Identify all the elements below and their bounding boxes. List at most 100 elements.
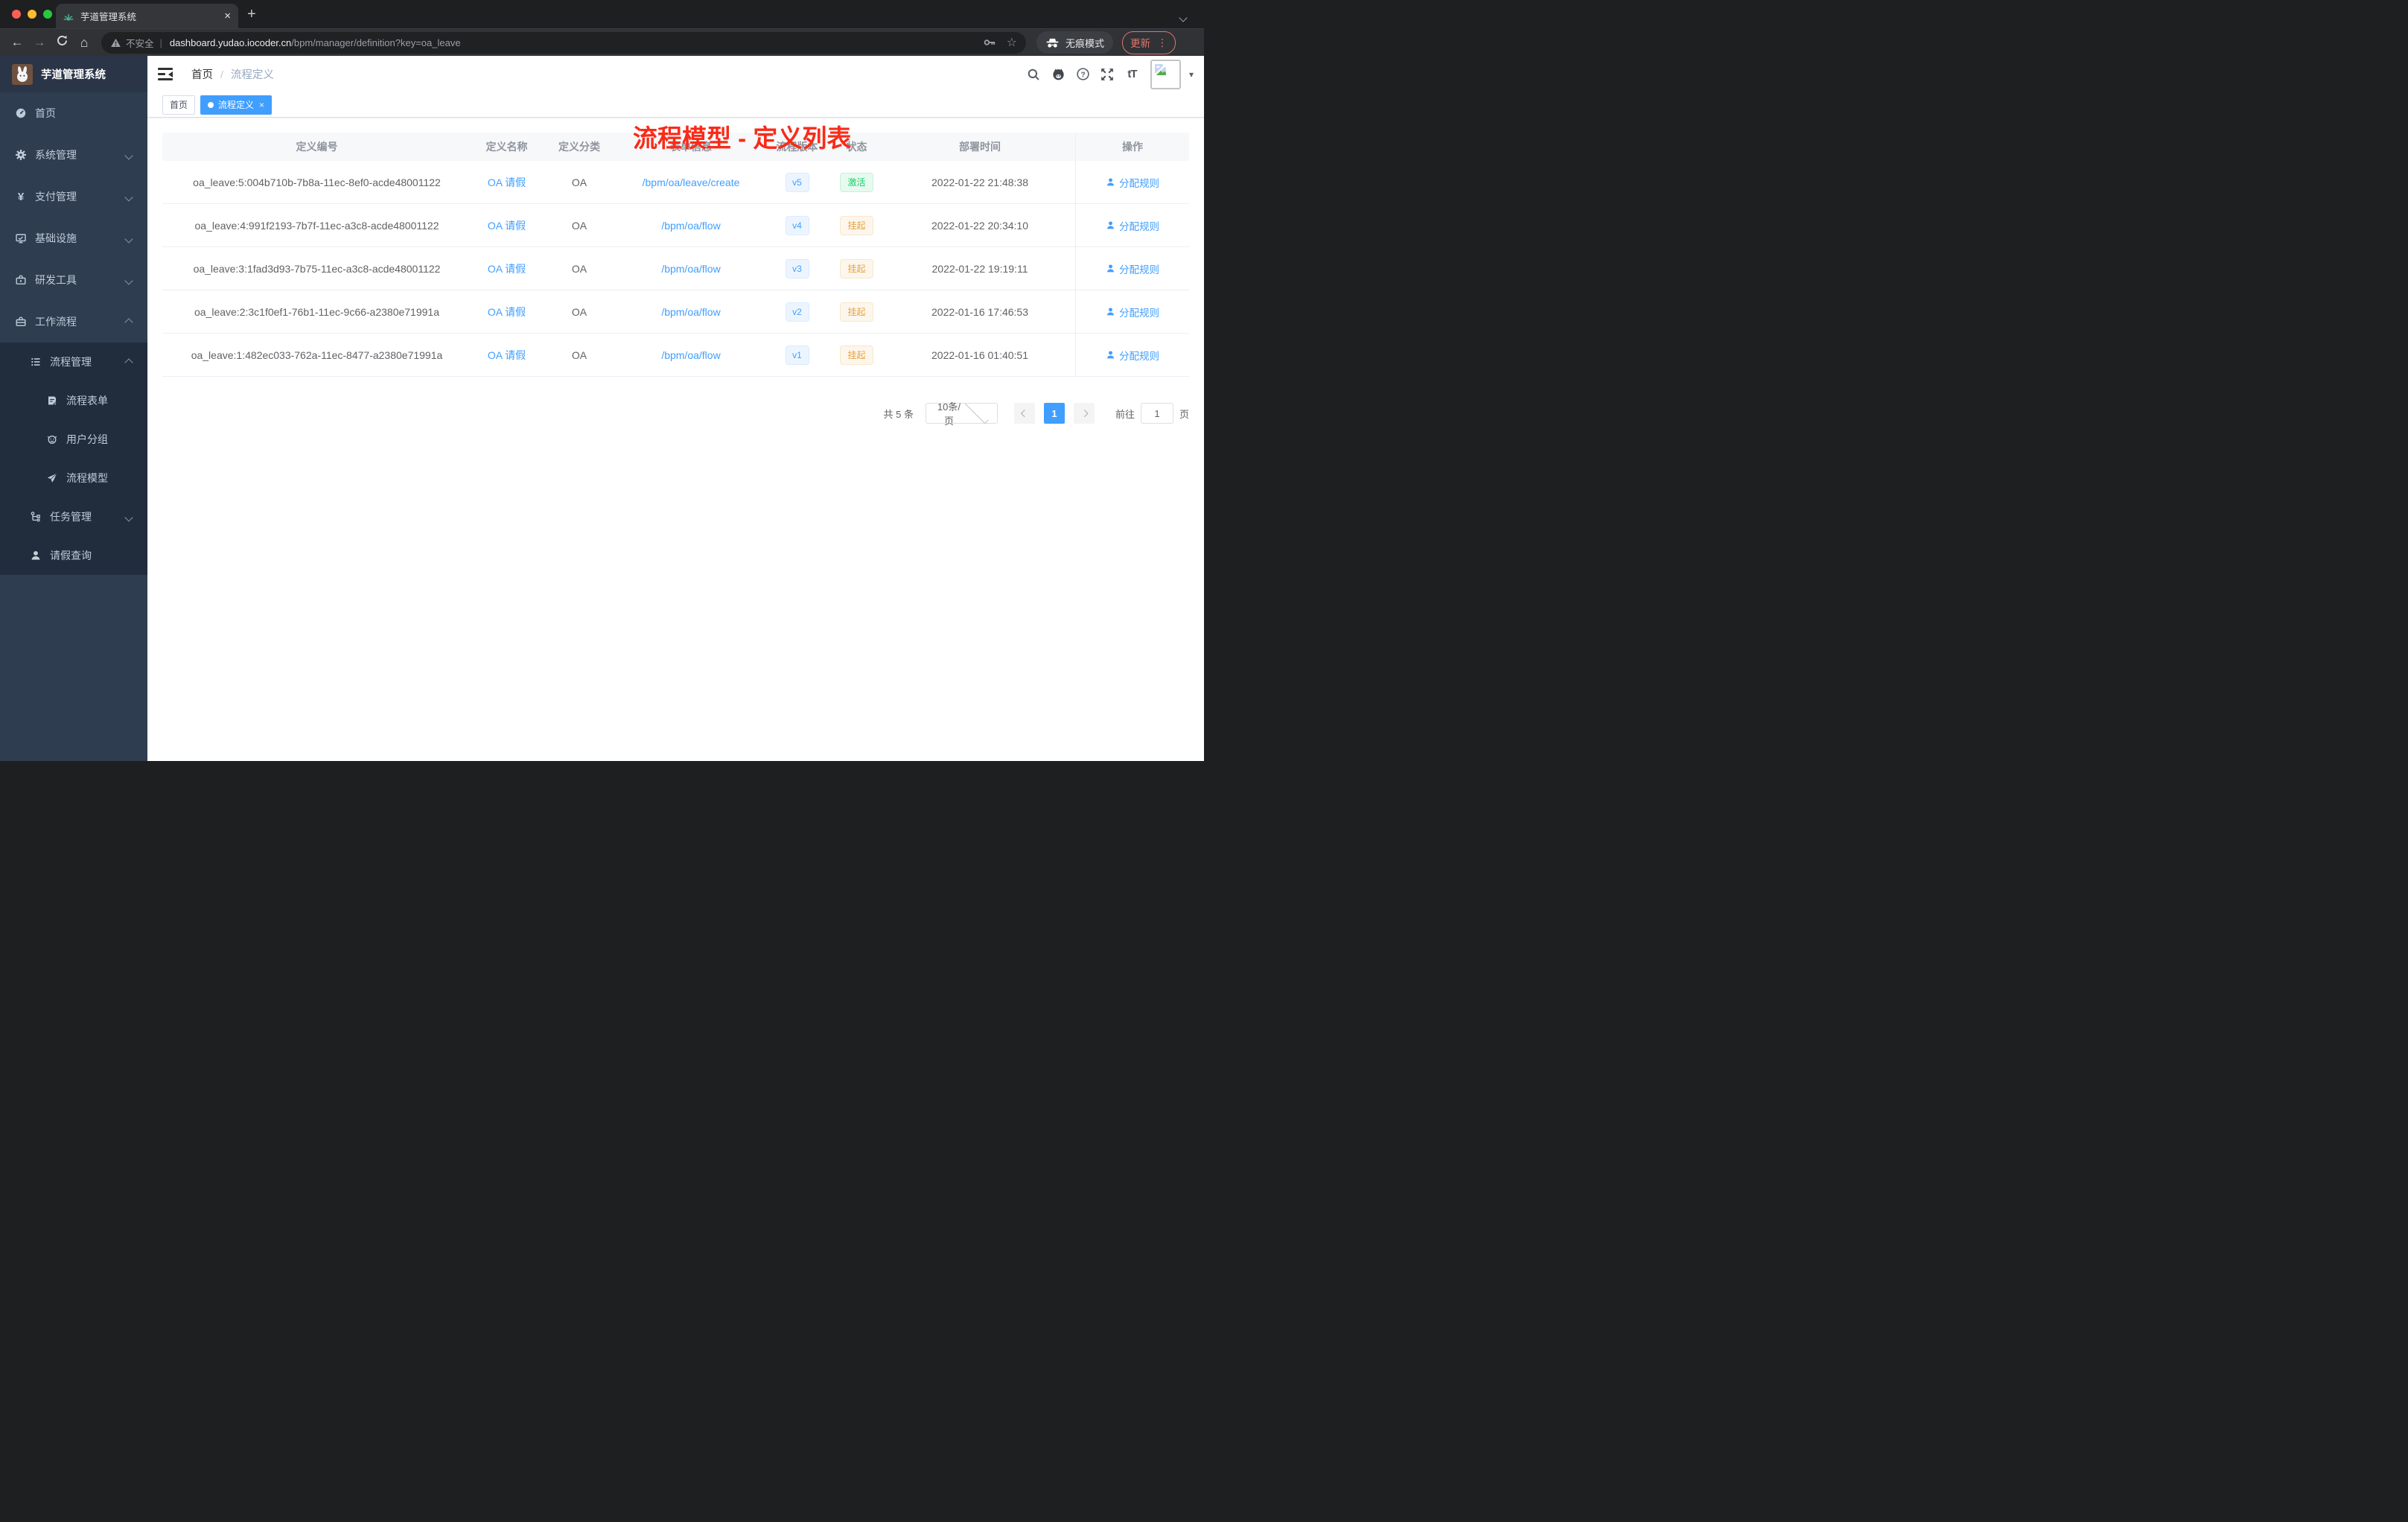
navbar-actions: ? tT ▾ [1022, 56, 1197, 92]
search-icon[interactable] [1022, 68, 1046, 81]
user-icon [31, 551, 40, 560]
sidebar-item-label: 首页 [35, 107, 56, 119]
definition-name-link[interactable]: OA 请假 [488, 305, 526, 319]
assign-rule-link[interactable]: 分配规则 [1106, 261, 1159, 276]
prev-page-button[interactable] [1013, 403, 1035, 424]
help-icon[interactable]: ? [1071, 67, 1095, 81]
user-icon [1106, 178, 1115, 186]
sidebar-collapse-icon[interactable] [158, 68, 173, 80]
definition-name-link[interactable]: OA 请假 [488, 348, 526, 363]
update-label[interactable]: 更新 [1130, 35, 1150, 50]
fullscreen-icon[interactable] [1095, 68, 1120, 81]
page-size-select[interactable]: 10条/页 [925, 400, 998, 427]
list-icon [31, 358, 40, 366]
active-dot [208, 101, 214, 108]
goto-page-input[interactable] [1140, 403, 1173, 424]
sidebar-item-infrastructure[interactable]: 基础设施 [0, 217, 147, 259]
page-unit-label: 页 [1179, 408, 1189, 420]
tasks-tree-icon [31, 512, 40, 522]
back-button[interactable]: ← [6, 35, 28, 50]
table-row: oa_leave:3:1fad3d93-7b75-11ec-a3c8-acde4… [162, 247, 1189, 290]
address-bar[interactable]: 不安全 | dashboard.yudao.iocoder.cn/bpm/man… [101, 31, 1026, 54]
key-icon[interactable] [983, 36, 996, 49]
traffic-lights [12, 10, 52, 19]
status-badge: 挂起 [840, 215, 873, 235]
chevron-up-icon [124, 356, 133, 368]
form-link[interactable]: /bpm/oa/flow [661, 349, 720, 361]
sidebar-item-devtools[interactable]: 研发工具 [0, 259, 147, 301]
sidebar-item-process-form[interactable]: 流程表单 [0, 381, 147, 420]
form-link[interactable]: /bpm/oa/leave/create [643, 176, 740, 188]
next-page-button[interactable] [1073, 403, 1095, 424]
chevron-up-icon [124, 316, 133, 328]
browser-update-button[interactable]: 更新 ⋮ [1122, 31, 1176, 54]
sidebar-item-payment[interactable]: ¥ 支付管理 [0, 176, 147, 217]
col-header-deploy-time: 部署时间 [959, 141, 1001, 153]
page-number-button[interactable]: 1 [1043, 403, 1065, 424]
tab-close-icon[interactable]: × [224, 10, 231, 22]
logo-link[interactable]: 芋道管理系统 [0, 56, 147, 92]
incognito-label: 无痕模式 [1065, 37, 1104, 49]
form-link[interactable]: /bpm/oa/flow [661, 306, 720, 318]
sidebar-item-label: 用户分组 [66, 433, 108, 445]
gear-icon [16, 150, 26, 160]
assign-rule-link[interactable]: 分配规则 [1106, 348, 1159, 363]
monitor-icon [16, 234, 26, 243]
browser-menu-icon[interactable]: ⋮ [1157, 36, 1168, 49]
new-tab-button[interactable]: + [247, 7, 256, 22]
form-link[interactable]: /bpm/oa/flow [661, 220, 720, 232]
assign-rule-link[interactable]: 分配规则 [1106, 218, 1159, 233]
breadcrumb-home[interactable]: 首页 [191, 66, 213, 82]
sidebar-item-system[interactable]: 系统管理 [0, 134, 147, 176]
sidebar-item-leave-query[interactable]: 请假查询 [0, 536, 147, 575]
tag-close-icon[interactable]: × [259, 101, 264, 109]
sidebar-item-process-management[interactable]: 流程管理 [0, 343, 147, 381]
avatar[interactable] [1150, 59, 1181, 89]
favicon-plant-icon [63, 11, 74, 22]
annotation-title: 流程模型 - 定义列表 [633, 124, 852, 152]
definition-name-link[interactable]: OA 请假 [488, 261, 526, 276]
tag-home[interactable]: 首页 [162, 95, 196, 115]
sidebar-item-home[interactable]: 首页 [0, 92, 147, 134]
caret-down-icon[interactable]: ▾ [1189, 69, 1194, 80]
reload-button[interactable] [51, 34, 73, 51]
version-badge: v2 [785, 302, 809, 322]
security-label[interactable]: 不安全 [126, 36, 154, 50]
people-icon [47, 436, 57, 444]
sidebar-item-user-group[interactable]: 用户分组 [0, 420, 147, 459]
definition-name-link[interactable]: OA 请假 [488, 218, 526, 233]
definition-id: oa_leave:3:1fad3d93-7b75-11ec-a3c8-acde4… [193, 262, 441, 275]
font-size-icon[interactable]: tT [1120, 68, 1144, 80]
browser-tab[interactable]: 芋道管理系统 × [56, 4, 238, 28]
page-content: 定义编号 定义名称 定义分类 表单信息 流程版本 状态 部署时间 操作 oa_l… [147, 118, 1204, 439]
sidebar-item-workflow[interactable]: 工作流程 [0, 301, 147, 343]
bookmark-star-icon[interactable]: ☆ [1007, 35, 1017, 50]
sidebar-item-process-model[interactable]: 流程模型 [0, 459, 147, 497]
version-badge: v3 [785, 258, 809, 278]
status-badge: 激活 [840, 172, 873, 192]
tag-process-definition[interactable]: 流程定义 × [200, 95, 273, 115]
sidebar-item-task-management[interactable]: 任务管理 [0, 497, 147, 536]
definition-table: 定义编号 定义名称 定义分类 表单信息 流程版本 状态 部署时间 操作 oa_l… [162, 133, 1189, 377]
definition-name-link[interactable]: OA 请假 [488, 175, 526, 190]
minimize-window-button[interactable] [28, 10, 36, 19]
close-window-button[interactable] [12, 10, 21, 19]
user-icon [1106, 221, 1115, 229]
assign-rule-link[interactable]: 分配规则 [1106, 305, 1159, 319]
breadcrumb-separator: / [220, 68, 223, 80]
zoom-window-button[interactable] [43, 10, 52, 19]
tag-label: 首页 [170, 100, 188, 110]
home-button[interactable]: ⌂ [73, 35, 95, 51]
send-icon [47, 473, 57, 483]
deploy-time: 2022-01-16 01:40:51 [931, 348, 1028, 361]
table-row: oa_leave:5:004b710b-7b8a-11ec-8ef0-acde4… [162, 161, 1189, 204]
github-icon[interactable] [1046, 67, 1071, 81]
form-link[interactable]: /bpm/oa/flow [661, 263, 720, 275]
incognito-badge: 无痕模式 [1036, 31, 1113, 54]
assign-rule-link[interactable]: 分配规则 [1106, 175, 1159, 190]
tab-search-icon[interactable] [1179, 11, 1188, 25]
forward-button[interactable]: → [28, 35, 51, 50]
definition-category: OA [571, 262, 587, 275]
page-size-value: 10条/页 [937, 401, 961, 427]
definition-category: OA [571, 305, 587, 318]
